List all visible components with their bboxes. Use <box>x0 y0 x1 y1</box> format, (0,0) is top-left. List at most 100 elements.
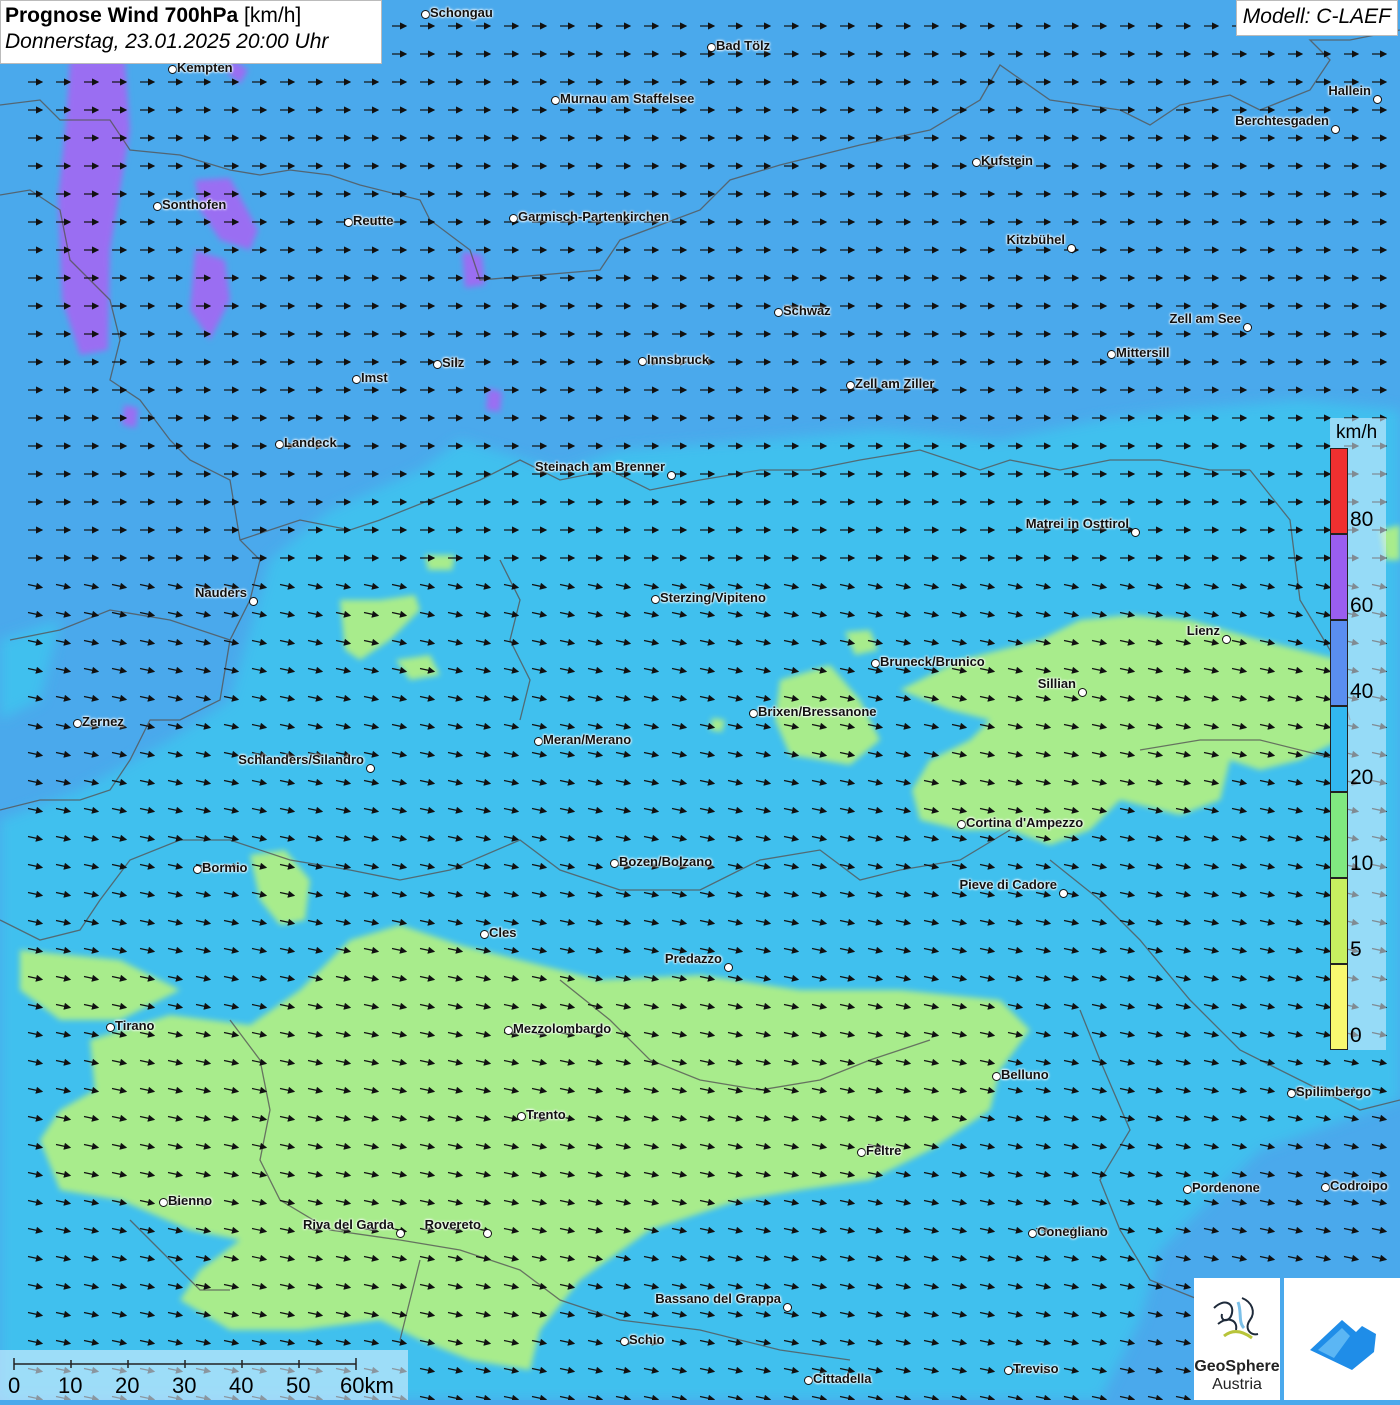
city-marker <box>620 1337 629 1346</box>
geosphere-logo: GeoSphere Austria <box>1194 1278 1280 1400</box>
city-label: Lienz <box>1186 623 1220 638</box>
city-label: Bozen/Bolzano <box>619 854 713 869</box>
city-marker <box>483 1229 492 1238</box>
city-marker <box>1028 1229 1037 1238</box>
city-marker <box>957 820 966 829</box>
city-marker <box>366 764 375 773</box>
scale-bar: 0 10 20 30 40 50 60km <box>0 1350 408 1400</box>
brand-name-line1: GeoSphere <box>1194 1358 1280 1375</box>
city-marker <box>159 1198 168 1207</box>
city-label: Steinach am Brenner <box>534 459 665 474</box>
city-marker <box>1373 95 1382 104</box>
city-marker <box>396 1229 405 1238</box>
model-label: Modell: C-LAEF <box>1235 0 1398 36</box>
city-marker <box>1222 635 1231 644</box>
city-label: Berchtesgaden <box>1235 113 1329 128</box>
city-marker <box>517 1112 526 1121</box>
city-label: Bienno <box>168 1193 213 1208</box>
legend-swatch <box>1330 878 1348 964</box>
city-label: Zell am See <box>1169 311 1241 326</box>
city-label: Zell am Ziller <box>855 376 935 391</box>
city-label: Kempten <box>177 60 233 75</box>
city-label: Rovereto <box>424 1217 481 1232</box>
city-marker <box>193 865 202 874</box>
city-marker <box>73 719 82 728</box>
city-marker <box>551 96 560 105</box>
city-marker <box>421 10 430 19</box>
title-box: Prognose Wind 700hPa [km/h] Donnerstag, … <box>0 0 382 64</box>
city-label: Kufstein <box>981 153 1033 168</box>
city-label: Codroipo <box>1330 1178 1388 1193</box>
city-marker <box>106 1023 115 1032</box>
city-label: Tirano <box>115 1018 155 1033</box>
city-marker <box>168 65 177 74</box>
city-label: Meran/Merano <box>543 732 632 747</box>
title-bold: Prognose Wind 700hPa <box>5 4 239 27</box>
city-label: Sonthofen <box>162 197 227 212</box>
city-marker <box>480 930 489 939</box>
legend-swatch <box>1330 448 1348 534</box>
city-marker <box>1107 350 1116 359</box>
city-label: Sterzing/Vipiteno <box>660 590 766 605</box>
scale-label: 30 <box>172 1373 197 1398</box>
city-marker <box>667 471 676 480</box>
legend-swatch <box>1330 964 1348 1050</box>
city-marker <box>344 218 353 227</box>
legend-tick-label: 5 <box>1350 938 1362 961</box>
city-label: Mezzolombardo <box>513 1021 612 1036</box>
city-label: Schio <box>629 1332 665 1347</box>
city-marker <box>1004 1366 1013 1375</box>
city-marker <box>1287 1089 1296 1098</box>
city-label: Brixen/Bressanone <box>758 704 877 719</box>
scale-label: 50 <box>286 1373 311 1398</box>
city-label: Bormio <box>202 860 248 875</box>
city-label: Spilimbergo <box>1296 1084 1372 1099</box>
city-label: Cortina d'Ampezzo <box>966 815 1084 830</box>
city-marker <box>749 709 758 718</box>
city-label: Imst <box>361 370 388 385</box>
city-marker <box>1183 1185 1192 1194</box>
city-label: Mittersill <box>1116 345 1170 360</box>
city-label: Innsbruck <box>647 352 710 367</box>
city-label: Schwaz <box>783 303 831 318</box>
city-marker <box>1243 323 1252 332</box>
legend-tick-label: 80 <box>1350 508 1374 531</box>
city-label: Schongau <box>430 5 493 20</box>
city-label: Predazzo <box>664 951 722 966</box>
city-marker <box>504 1026 513 1035</box>
city-label: Trento <box>526 1107 566 1122</box>
city-marker <box>651 595 660 604</box>
city-label: Zernez <box>82 714 124 729</box>
scale-label: 0 <box>8 1373 21 1398</box>
city-label: Conegliano <box>1037 1224 1108 1239</box>
city-label: Nauders <box>194 585 247 600</box>
legend-unit: km/h <box>1336 422 1378 443</box>
legend-tick-label: 60 <box>1350 594 1374 617</box>
city-marker <box>249 597 258 606</box>
legend-swatch <box>1330 534 1348 620</box>
city-marker <box>804 1376 813 1385</box>
city-label: Garmisch-Partenkirchen <box>518 209 670 224</box>
city-label: Treviso <box>1013 1361 1059 1376</box>
color-legend: km/h 80 60 40 20 10 5 0 <box>1330 418 1386 1050</box>
city-label: Cles <box>489 925 517 940</box>
page-title: Prognose Wind 700hPa [km/h] <box>5 4 377 28</box>
legend-swatch <box>1330 706 1348 792</box>
city-marker <box>352 375 361 384</box>
city-label: Feltre <box>866 1143 902 1158</box>
scale-label: 40 <box>229 1373 254 1398</box>
city-label: Hallein <box>1328 83 1371 98</box>
city-label: Sillian <box>1037 676 1076 691</box>
city-marker <box>846 381 855 390</box>
legend-tick-label: 0 <box>1350 1024 1362 1047</box>
city-label: Murnau am Staffelsee <box>560 91 695 106</box>
brand-name-line2: Austria <box>1212 1376 1262 1393</box>
legend-swatch <box>1330 792 1348 878</box>
city-label: Pieve di Cadore <box>959 877 1057 892</box>
city-marker <box>783 1303 792 1312</box>
city-marker <box>871 659 880 668</box>
city-label: Matrei in Osttirol <box>1025 516 1129 531</box>
city-marker <box>1078 688 1087 697</box>
city-marker <box>433 360 442 369</box>
forecast-datetime: Donnerstag, 23.01.2025 20:00 Uhr <box>5 30 329 53</box>
